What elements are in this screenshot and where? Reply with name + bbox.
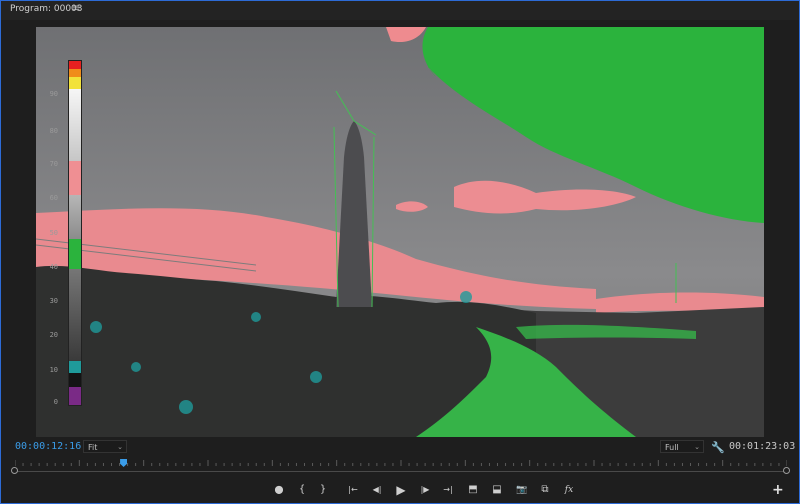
scrub-bar-start-handle[interactable]	[11, 467, 18, 474]
panel-menu-icon[interactable]: ≡	[72, 3, 80, 14]
extract-button[interactable]: ⬓	[490, 483, 504, 497]
scrub-bar[interactable]	[15, 471, 787, 472]
mark-in-button[interactable]: {	[297, 483, 307, 497]
add-marker-button[interactable]: ⬤	[274, 483, 284, 497]
export-frame-button[interactable]: 📷	[514, 483, 530, 497]
lift-button[interactable]: ⬒	[466, 483, 480, 497]
resolution-value: Full	[665, 443, 679, 452]
time-ruler[interactable]	[15, 460, 787, 466]
panel-header: Program: 00003 ≡	[0, 0, 800, 20]
ire-label-50: 50	[49, 229, 58, 237]
play-button[interactable]: ▶	[394, 483, 408, 497]
ire-label-80: 80	[49, 127, 58, 135]
resolution-dropdown[interactable]: Full ⌄	[660, 440, 704, 453]
ire-label-40: 40	[49, 263, 58, 271]
comparison-view-button[interactable]: ⧉	[538, 483, 552, 497]
ire-label-20: 20	[49, 331, 58, 339]
program-monitor-viewer[interactable]	[36, 27, 764, 437]
duration-timecode: 00:01:23:03	[729, 441, 796, 452]
zoom-level-value: Fit	[88, 443, 98, 452]
false-color-scale	[68, 60, 82, 406]
ire-label-30: 30	[49, 297, 58, 305]
step-back-button[interactable]: ◀|	[370, 483, 384, 497]
ire-label-0: 0	[53, 398, 58, 406]
fx-button[interactable]: fx	[562, 483, 576, 497]
go-to-in-button[interactable]: |←	[345, 483, 361, 497]
zoom-level-dropdown[interactable]: Fit ⌄	[83, 440, 127, 453]
step-forward-button[interactable]: |▶	[418, 483, 432, 497]
ire-label-10: 10	[49, 366, 58, 374]
video-frame	[36, 27, 764, 437]
button-editor-add-icon[interactable]: +	[772, 482, 784, 498]
chevron-down-icon: ⌄	[694, 443, 700, 451]
go-to-out-button[interactable]: →|	[440, 483, 456, 497]
ire-label-60: 60	[49, 194, 58, 202]
chevron-down-icon: ⌄	[117, 443, 123, 451]
wrench-icon[interactable]: 🔧	[711, 441, 725, 454]
scrub-bar-end-handle[interactable]	[783, 467, 790, 474]
mark-out-button[interactable]: }	[318, 483, 328, 497]
ire-label-90: 90	[49, 90, 58, 98]
ire-label-70: 70	[49, 160, 58, 168]
current-timecode[interactable]: 00:00:12:16	[15, 441, 81, 452]
